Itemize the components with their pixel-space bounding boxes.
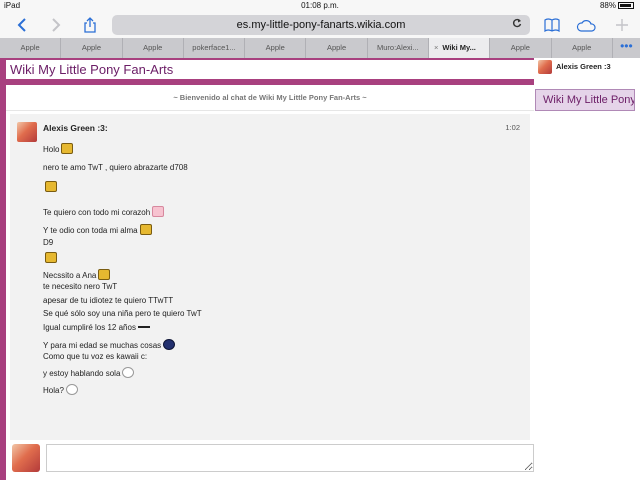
- share-icon[interactable]: [80, 16, 100, 34]
- message-text: Como que tu voz es kawaii c:: [43, 352, 148, 361]
- message-text: Holo: [43, 145, 60, 154]
- message-line: te necesito nero TwT: [43, 282, 117, 291]
- message-time: 1:02: [505, 123, 520, 132]
- more-tabs-icon[interactable]: •••: [613, 38, 640, 58]
- user-list-item[interactable]: Alexis Green :3: [534, 58, 640, 80]
- chat-room-button[interactable]: Wiki My Little Pony Fan-Arts: [535, 89, 635, 111]
- message-line: Y te odio con toda mi alma: [43, 224, 152, 235]
- message-line: nero te amo TwT , quiero abrazarte d708: [43, 163, 188, 172]
- tab-label: Apple: [572, 43, 592, 52]
- message-text: Igual cumpliré los 12 años: [43, 323, 136, 332]
- address-bar[interactable]: es.my-little-pony-fanarts.wikia.com: [112, 15, 530, 35]
- tab-label: pokerface1...: [192, 43, 236, 52]
- message-author[interactable]: Alexis Green :3:: [43, 123, 108, 133]
- tab[interactable]: Apple: [0, 38, 62, 58]
- tab[interactable]: Apple: [306, 38, 368, 58]
- battery-icon: [618, 2, 634, 9]
- message-text: apesar de tu idiotez te quiero TTwTT: [43, 296, 174, 305]
- message-line: Se qué sólo soy una niña pero te quiero …: [43, 309, 202, 318]
- tab-label: Apple: [510, 43, 530, 52]
- chat-welcome: ~ Bienvenido al chat de Wiki My Little P…: [6, 85, 534, 111]
- emoticon-icon: [139, 224, 152, 235]
- tab[interactable]: Apple: [490, 38, 552, 58]
- tab-label: Muro:Alexi...: [376, 43, 419, 52]
- message-line: Te quiero con todo mi corazoh: [43, 206, 165, 217]
- message-line: y estoy hablando sola: [43, 367, 135, 378]
- avatar[interactable]: [17, 122, 37, 142]
- chat-sidebar: Alexis Green :3 Wiki My Little Pony Fan-…: [534, 58, 640, 480]
- message-line: Y para mi edad se muchas cosas: [43, 339, 176, 350]
- user-name: Alexis Green :3: [556, 62, 611, 71]
- forward-icon[interactable]: [46, 16, 66, 34]
- message-line: Como que tu voz es kawaii c:: [43, 352, 147, 361]
- back-icon[interactable]: [12, 16, 32, 34]
- bookmarks-icon[interactable]: [542, 16, 562, 34]
- message-text: Y te odio con toda mi alma: [43, 226, 138, 235]
- message-text: y estoy hablando sola: [43, 369, 121, 378]
- emoticon-icon: [152, 206, 165, 217]
- message-line: Necssito a Ana: [43, 269, 111, 280]
- chat-message: Alexis Green :3: 1:02 Holo nero te amo Tw…: [10, 114, 530, 454]
- message-line: [43, 181, 57, 192]
- message-line: Holo: [43, 143, 74, 154]
- tab-label: Wiki My...: [442, 43, 476, 52]
- message-text: Y para mi edad se muchas cosas: [43, 341, 162, 350]
- tab-label: Apple: [326, 43, 347, 52]
- tab-label: Apple: [265, 43, 285, 52]
- message-text: Se qué sólo soy una niña pero te quiero …: [43, 309, 202, 318]
- battery-percent: 88%: [599, 1, 616, 10]
- avatar: [12, 444, 40, 472]
- emoticon-icon: [137, 326, 150, 332]
- message-line: [43, 252, 57, 263]
- tab-label: Apple: [20, 43, 40, 52]
- message-line: Igual cumpliré los 12 años: [43, 323, 150, 332]
- cloud-icon[interactable]: [576, 16, 596, 34]
- emoticon-icon: [65, 384, 78, 395]
- tab[interactable]: Apple: [245, 38, 307, 58]
- emoticon-icon: [45, 252, 57, 263]
- emoticon-icon: [98, 269, 111, 280]
- chat-input-row: [6, 440, 534, 480]
- message-text: D9: [43, 238, 54, 247]
- tab[interactable]: Apple: [552, 38, 613, 58]
- browser-toolbar: es.my-little-pony-fanarts.wikia.com: [0, 12, 640, 38]
- chat-panel: ~ Bienvenido al chat de Wiki My Little P…: [6, 85, 534, 454]
- chat-input[interactable]: [46, 444, 534, 472]
- tab-bar: Apple Apple Apple pokerface1... Apple Ap…: [0, 38, 640, 58]
- emoticon-icon: [122, 367, 135, 378]
- tab[interactable]: pokerface1...: [184, 38, 246, 58]
- plus-icon[interactable]: [612, 16, 632, 34]
- message-text: te necesito nero TwT: [43, 282, 118, 291]
- clock: 01:08 p.m.: [301, 1, 339, 10]
- message-text: Necssito a Ana: [43, 271, 97, 280]
- message-text: Hola?: [43, 386, 64, 395]
- tab[interactable]: Apple: [123, 38, 184, 58]
- reload-icon[interactable]: [512, 15, 522, 35]
- url-text: es.my-little-pony-fanarts.wikia.com: [236, 19, 406, 31]
- emoticon-icon: [61, 143, 74, 154]
- close-tab-icon[interactable]: ×: [434, 38, 438, 58]
- tab[interactable]: Apple: [61, 38, 123, 58]
- wiki-header: Wiki My Little Pony Fan-Arts: [6, 60, 534, 82]
- tab[interactable]: Muro:Alexi...: [368, 38, 429, 58]
- emoticon-icon: [163, 339, 176, 350]
- status-bar: iPad 01:08 p.m. 88%: [0, 0, 640, 12]
- battery-status: 88%: [600, 1, 634, 10]
- tab-label: Apple: [81, 43, 102, 52]
- avatar: [538, 60, 552, 74]
- message-line: D9: [43, 238, 53, 247]
- message-line: Hola?: [43, 384, 78, 395]
- page-title[interactable]: Wiki My Little Pony Fan-Arts: [10, 62, 173, 77]
- message-line: apesar de tu idiotez te quiero TTwTT: [43, 296, 173, 305]
- message-text: Te quiero con todo mi corazoh: [43, 208, 151, 217]
- emoticon-icon: [45, 181, 57, 192]
- tab-active[interactable]: × Wiki My...: [428, 38, 491, 58]
- tab-label: Apple: [143, 43, 163, 52]
- message-text: nero te amo TwT , quiero abrazarte d708: [43, 163, 188, 172]
